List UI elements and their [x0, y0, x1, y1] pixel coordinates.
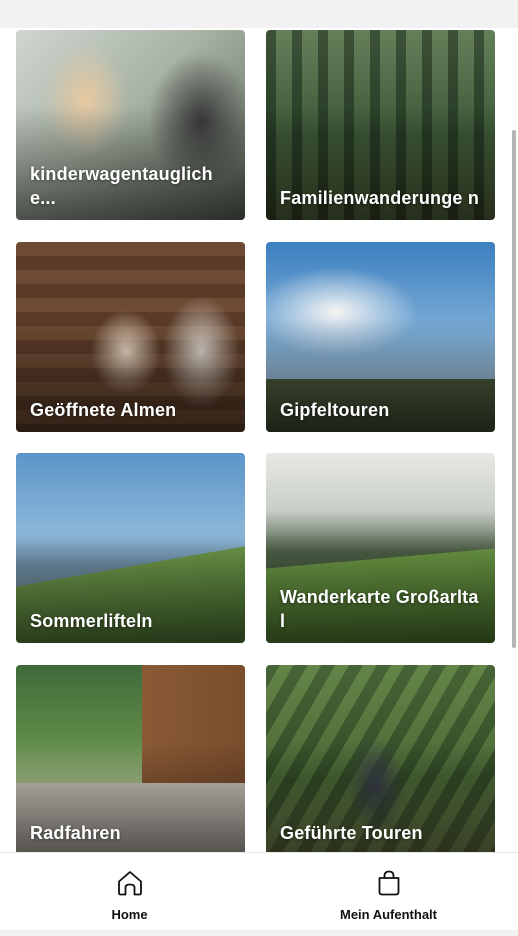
scrollbar[interactable] [512, 130, 516, 648]
home-icon [117, 871, 142, 896]
nav-mein-aufenthalt[interactable]: Mein Aufenthalt [259, 853, 518, 936]
tile-label: Radfahren [30, 823, 121, 843]
tile-label: Familienwanderunge n [280, 188, 480, 208]
tile-label: Geführte Touren [280, 823, 423, 843]
nav-home-label: Home [111, 907, 148, 922]
tile-label: Geöffnete Almen [30, 400, 177, 420]
tile-sommerlifteln[interactable]: Sommerlifteln [16, 453, 245, 643]
tile-radfahren[interactable]: Radfahren [16, 665, 245, 852]
tile-wanderkarte[interactable]: Wanderkarte Großarltal [266, 453, 495, 643]
system-home-bar [0, 930, 518, 936]
bottom-navigation: Home Mein Aufenthalt [0, 852, 518, 936]
nav-home[interactable]: Home [0, 853, 259, 936]
category-grid: kinderwagentauglich e... Familienwanderu… [0, 0, 518, 852]
tile-geoeffnete-almen[interactable]: Geöffnete Almen [16, 242, 245, 432]
tile-label: kinderwagentauglich e... [30, 164, 213, 208]
tile-label: Sommerlifteln [30, 611, 153, 631]
tile-label: Wanderkarte Großarltal [280, 587, 479, 631]
tile-familienwanderungen[interactable]: Familienwanderunge n [266, 30, 495, 220]
tile-kinderwagentauglich[interactable]: kinderwagentauglich e... [16, 30, 245, 220]
tile-label: Gipfeltouren [280, 400, 390, 420]
tile-gefuehrte-touren[interactable]: Geführte Touren [266, 665, 495, 852]
shopping-bag-icon [378, 870, 399, 896]
nav-mein-aufenthalt-label: Mein Aufenthalt [339, 907, 437, 922]
tile-gipfeltouren[interactable]: Gipfeltouren [266, 242, 495, 432]
